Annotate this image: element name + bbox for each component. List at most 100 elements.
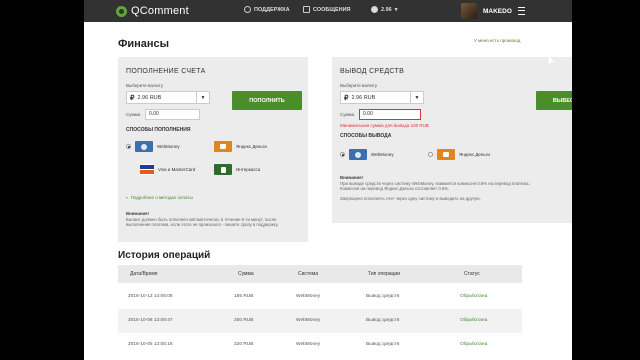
column-header: Система <box>298 271 319 277</box>
method-label: Яндекс.Деньги <box>459 152 490 157</box>
deposit-method-webmoney[interactable]: WebMoney <box>126 141 180 152</box>
radio-button[interactable] <box>126 144 131 149</box>
method-label: Visa и MasterCard <box>158 167 196 172</box>
cell-system: WebMoney <box>296 318 321 323</box>
top-navigation-bar: QComment ПОДДЕРЖКА СООБЩЕНИЯ 2.96 ▾ MAKE… <box>84 0 572 22</box>
withdraw-note-line: При выводе средств через систему WebMone… <box>340 180 530 186</box>
external-link-icon: ▪ <box>126 195 128 200</box>
user-menu[interactable]: MAKEDO <box>461 3 525 19</box>
method-label: Интеркасса <box>236 167 261 172</box>
withdraw-title: ВЫВОД СРЕДСТВ <box>340 68 405 75</box>
support-icon <box>244 6 251 13</box>
yandex-money-icon <box>214 141 232 152</box>
ruble-coin-icon <box>371 6 378 13</box>
column-header: Статус <box>464 271 480 277</box>
withdraw-note-line: Комиссия на перевод Яндекс.Деньги состав… <box>340 186 450 192</box>
withdraw-panel: ВЫВОД СРЕДСТВ Выберите валюту ₽ 2.96 RUB… <box>332 57 572 223</box>
cell-amount: 185 RUB <box>234 294 254 299</box>
webmoney-icon <box>349 149 367 160</box>
history-title: История операций <box>118 250 211 261</box>
messages-icon <box>303 6 310 13</box>
qcomment-logo-icon <box>116 5 127 17</box>
withdraw-note: Внимание! При выводе средств через систе… <box>340 175 572 201</box>
deposit-method-yandex[interactable]: Яндекс.Деньги <box>214 141 267 152</box>
nav-support[interactable]: ПОДДЕРЖКА <box>244 6 290 13</box>
deposit-note-text: Баланс должен быть пополнен автоматическ… <box>126 216 279 228</box>
deposit-amount-input[interactable]: 0.00 <box>145 109 200 120</box>
withdraw-method-yandex[interactable]: Яндекс.Деньги <box>428 149 490 160</box>
nav-balance[interactable]: 2.96 ▾ <box>371 6 397 13</box>
method-label: Яндекс.Деньги <box>236 144 267 149</box>
table-row: 2016-10-12 14:06:08 185 RUB WebMoney Выв… <box>118 285 522 309</box>
nav-support-label: ПОДДЕРЖКА <box>254 6 290 13</box>
nav-messages-label: СООБЩЕНИЯ <box>313 6 351 13</box>
promo-code-link[interactable]: У меня есть промокод <box>474 38 520 43</box>
deposit-panel: ПОПОЛНЕНИЕ СЧЕТА Выберите валюту ₽ 2.96 … <box>118 57 308 242</box>
deposit-note: Внимание! Баланс должен быть пополнен ав… <box>126 211 301 228</box>
cell-datetime: 2016-10-12 14:06:08 <box>128 294 173 299</box>
cell-amount: 250 RUB <box>234 318 254 323</box>
payment-methods-link[interactable]: ▪ Подробнее о методах оплаты <box>126 195 193 200</box>
cell-status: Обработана <box>460 294 488 299</box>
deposit-method-interkassa[interactable]: Интеркасса <box>214 164 260 175</box>
payment-methods-link-label: Подробнее о методах оплаты <box>130 195 193 200</box>
deposit-note-title: Внимание! <box>126 211 149 216</box>
yandex-money-icon <box>437 149 455 160</box>
deposit-button[interactable]: ПОПОЛНИТЬ <box>232 91 302 110</box>
interkassa-icon <box>214 164 232 175</box>
ruble-icon: ₽ <box>344 94 349 102</box>
method-label: WebMoney <box>157 144 180 149</box>
table-row: 2016-10-06 13:09:47 250 RUB WebMoney Выв… <box>118 309 522 333</box>
hamburger-menu-icon[interactable] <box>517 7 525 15</box>
username: MAKEDO <box>483 7 512 15</box>
browser-viewport: QComment ПОДДЕРЖКА СООБЩЕНИЯ 2.96 ▾ MAKE… <box>84 0 572 360</box>
visa-mastercard-icon <box>140 164 154 175</box>
column-header: Дата/Время <box>130 271 158 277</box>
method-label: WebMoney <box>371 152 394 157</box>
withdraw-currency-value: 2.96 RUB <box>351 94 376 101</box>
deposit-currency-label: Выберите валюту <box>126 83 164 88</box>
chevron-down-icon: ▾ <box>394 6 398 13</box>
withdraw-currency-label: Выберите валюту <box>340 83 378 88</box>
withdraw-method-webmoney[interactable]: WebMoney <box>340 149 394 160</box>
avatar[interactable] <box>461 3 477 19</box>
column-header: Сумма <box>238 271 254 277</box>
brand-logo[interactable]: QComment <box>116 3 189 19</box>
cell-system: WebMoney <box>296 294 321 299</box>
cell-status: Обработана <box>460 342 488 347</box>
withdraw-methods-title: СПОСОБЫ ВЫВОДА <box>340 133 392 139</box>
cell-amount: 320 RUB <box>234 342 254 347</box>
balance-value: 2.96 <box>381 6 392 13</box>
withdraw-currency-select[interactable]: ₽ 2.96 RUB ▼ <box>340 91 424 104</box>
webmoney-icon <box>135 141 153 152</box>
radio-button[interactable] <box>428 152 433 157</box>
withdraw-amount-input[interactable]: 0.00 <box>359 109 421 120</box>
chevron-down-icon: ▼ <box>410 92 423 103</box>
cell-system: WebMoney <box>296 342 321 347</box>
deposit-currency-select[interactable]: ₽ 2.96 RUB ▼ <box>126 91 210 104</box>
brand-name: QComment <box>131 5 189 17</box>
deposit-method-visa[interactable]: Visa и MasterCard <box>140 164 195 175</box>
chevron-down-icon: ▼ <box>196 92 209 103</box>
nav-messages[interactable]: СООБЩЕНИЯ <box>303 6 351 13</box>
deposit-amount-label: Сумма <box>126 112 141 117</box>
table-row: 2016-10-05 13:55:18 320 RUB WebMoney Выв… <box>118 333 522 357</box>
withdraw-button[interactable]: ВЫВЕСТИ <box>536 91 572 110</box>
cell-datetime: 2016-10-05 13:55:18 <box>128 342 173 347</box>
cell-type: Вывод средств <box>366 318 400 323</box>
cell-datetime: 2016-10-06 13:09:47 <box>128 318 173 323</box>
deposit-title: ПОПОЛНЕНИЕ СЧЕТА <box>126 68 206 75</box>
page-title: Финансы <box>118 38 170 50</box>
radio-button[interactable] <box>340 152 345 157</box>
deposit-currency-value: 2.96 RUB <box>137 94 162 101</box>
withdraw-note-line: Запрещено пополнять счет через одну сист… <box>340 195 481 201</box>
withdraw-error-text: Минимальная сумма для вывода 100 RUB <box>340 123 429 128</box>
withdraw-note-title: Внимание! <box>340 175 363 180</box>
deposit-methods-title: СПОСОБЫ ПОПОЛНЕНИЯ <box>126 127 191 133</box>
ruble-icon: ₽ <box>130 94 135 102</box>
cell-status: Обработана <box>460 318 488 323</box>
column-header: Тип операции <box>368 271 401 277</box>
cell-type: Вывод средств <box>366 294 400 299</box>
withdraw-amount-label: Сумма <box>340 112 355 117</box>
cell-type: Вывод средств <box>366 342 400 347</box>
